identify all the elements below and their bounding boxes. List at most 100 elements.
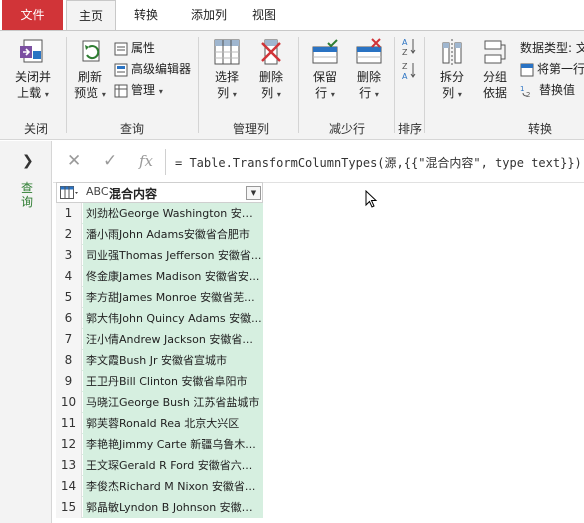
svg-text:2: 2 [526,91,530,98]
row-number[interactable]: 8 [56,350,82,371]
tab-home[interactable]: 主页 [66,0,116,31]
table-row[interactable]: 8 李文霞Bush Jr 安徽省宣城市 [56,350,263,371]
group-by-label-1: 分组 [482,70,507,84]
row-number[interactable]: 14 [56,476,82,497]
properties-button[interactable]: 属性 [114,39,155,57]
cell-value[interactable]: 郭大伟John Quincy Adams 安徽... [83,308,263,329]
cell-value[interactable]: 刘劲松George Washington 安徽... [83,203,263,224]
table-row[interactable]: 10 马晓江George Bush 江苏省盐城市 [56,392,263,413]
group-divider [424,37,425,133]
formula-input[interactable]: = Table.TransformColumnTypes(源,{{"混合内容",… [175,154,582,171]
power-query-editor: 文件 主页 转换 添加列 视图 关闭并 上载 ▾ 关闭 刷新 预览 ▾ 属性 高… [0,0,584,523]
table-row[interactable]: 6 郭大伟John Quincy Adams 安徽... [56,308,263,329]
replace-values-button[interactable]: 1 2 替换值 [520,81,575,99]
table-row[interactable]: 9 王卫丹Bill Clinton 安徽省阜阳市 [56,371,263,392]
manage-button[interactable]: 管理 ▾ [114,81,163,99]
svg-text:Z: Z [402,62,408,71]
column-header[interactable]: ABC 混合内容 ▼ [56,182,263,203]
row-number[interactable]: 7 [56,329,82,350]
remove-columns-label-2: 列 ▾ [261,86,281,100]
table-row[interactable]: 15 郭晶敏Lyndon B Johnson 安徽省... [56,497,263,518]
use-first-row-as-headers-button[interactable]: 将第一行 [520,60,584,78]
refresh-preview-button[interactable]: 刷新 预览 ▾ [70,37,110,103]
queries-pane-label[interactable]: 查询 [21,181,35,209]
sort-ascending-icon: A Z [402,38,416,57]
data-type-dropdown[interactable]: 数据类型: 文 [520,39,584,57]
row-number[interactable]: 6 [56,308,82,329]
cell-value[interactable]: 王卫丹Bill Clinton 安徽省阜阳市 [83,371,263,392]
group-divider [298,37,299,133]
remove-columns-button[interactable]: 删除 列 ▾ [250,37,292,103]
ribbon-tabbar: 文件 主页 转换 添加列 视图 [0,0,584,31]
sort-ascending-button[interactable]: A Z [402,37,419,59]
cell-value[interactable]: 李俊杰Richard M Nixon 安徽省... [83,476,263,497]
tab-add-column[interactable]: 添加列 [178,0,240,30]
row-number[interactable]: 10 [56,392,82,413]
tab-file[interactable]: 文件 [2,0,63,30]
expand-queries-icon[interactable]: ❯ [22,153,34,169]
table-row[interactable]: 7 汪小倩Andrew Jackson 安徽省... [56,329,263,350]
row-number[interactable]: 3 [56,245,82,266]
keep-rows-label-1: 保留 [312,70,337,84]
split-column-button[interactable]: 拆分 列 ▾ [432,37,472,103]
table-row[interactable]: 11 郭芙蓉Ronald Rea 北京大兴区 [56,413,263,434]
table-menu-icon[interactable] [60,186,78,200]
table-row[interactable]: 1 刘劲松George Washington 安徽... [56,203,263,224]
row-number[interactable]: 1 [56,203,82,224]
cell-value[interactable]: 郭芙蓉Ronald Rea 北京大兴区 [83,413,263,434]
fx-icon[interactable]: fx [139,152,153,170]
split-column-label-1: 拆分 [439,70,464,84]
confirm-icon[interactable]: ✓ [103,151,117,171]
row-number[interactable]: 5 [56,287,82,308]
table-row[interactable]: 13 王文琛Gerald R Ford 安徽省六... [56,455,263,476]
manage-icon [114,84,128,97]
cell-value[interactable]: 李艳艳Jimmy Carte 新疆乌鲁木... [83,434,263,455]
split-column-label-2: 列 ▾ [442,86,462,100]
cell-value[interactable]: 李方甜James Monroe 安徽省芜... [83,287,263,308]
cell-value[interactable]: 司业强Thomas Jefferson 安徽省... [83,245,263,266]
cell-value[interactable]: 马晓江George Bush 江苏省盐城市 [83,392,263,413]
choose-columns-button[interactable]: 选择 列 ▾ [206,37,248,103]
table-row[interactable]: 3 司业强Thomas Jefferson 安徽省... [56,245,263,266]
cancel-icon[interactable]: ✕ [67,151,81,171]
row-number[interactable]: 4 [56,266,82,287]
keep-rows-icon [312,39,338,64]
remove-rows-label-1: 删除 [356,70,381,84]
row-number[interactable]: 13 [56,455,82,476]
tab-transform[interactable]: 转换 [124,0,168,30]
cell-value[interactable]: 郭晶敏Lyndon B Johnson 安徽省... [83,497,263,518]
column-name[interactable]: 混合内容 [109,185,157,202]
group-label-manage-columns: 管理列 [232,122,269,136]
column-type-icon[interactable]: ABC [86,185,109,198]
refresh-label-1: 刷新 [77,70,102,84]
group-by-button[interactable]: 分组 依据 [474,37,516,101]
close-and-load-icon [20,39,43,63]
row-number[interactable]: 11 [56,413,82,434]
remove-columns-label-1: 删除 [258,70,283,84]
keep-rows-button[interactable]: 保留 行 ▾ [304,37,346,103]
cell-value[interactable]: 潘小雨John Adams安徽省合肥市 [83,224,263,245]
group-divider [198,37,199,133]
table-row[interactable]: 12 李艳艳Jimmy Carte 新疆乌鲁木... [56,434,263,455]
tab-view[interactable]: 视图 [244,0,284,30]
table-row[interactable]: 4 佟金康James Madison 安徽省安... [56,266,263,287]
cell-value[interactable]: 李文霞Bush Jr 安徽省宣城市 [83,350,263,371]
row-number[interactable]: 2 [56,224,82,245]
group-divider [394,37,395,133]
keep-rows-label-2: 行 ▾ [315,86,335,100]
table-row[interactable]: 14 李俊杰Richard M Nixon 安徽省... [56,476,263,497]
cell-value[interactable]: 王文琛Gerald R Ford 安徽省六... [83,455,263,476]
cell-value[interactable]: 汪小倩Andrew Jackson 安徽省... [83,329,263,350]
sort-descending-button[interactable]: Z A [402,61,419,83]
cell-value[interactable]: 佟金康James Madison 安徽省安... [83,266,263,287]
close-and-load-button[interactable]: 关闭并 上载 ▾ [4,37,62,103]
row-number[interactable]: 12 [56,434,82,455]
row-number[interactable]: 9 [56,371,82,392]
column-filter-button[interactable]: ▼ [246,186,261,200]
table-row[interactable]: 5 李方甜James Monroe 安徽省芜... [56,287,263,308]
remove-rows-button[interactable]: 删除 行 ▾ [348,37,390,103]
row-number[interactable]: 15 [56,497,82,518]
group-divider [66,37,67,133]
advanced-editor-button[interactable]: 高级编辑器 [114,60,191,78]
table-row[interactable]: 2 潘小雨John Adams安徽省合肥市 [56,224,263,245]
